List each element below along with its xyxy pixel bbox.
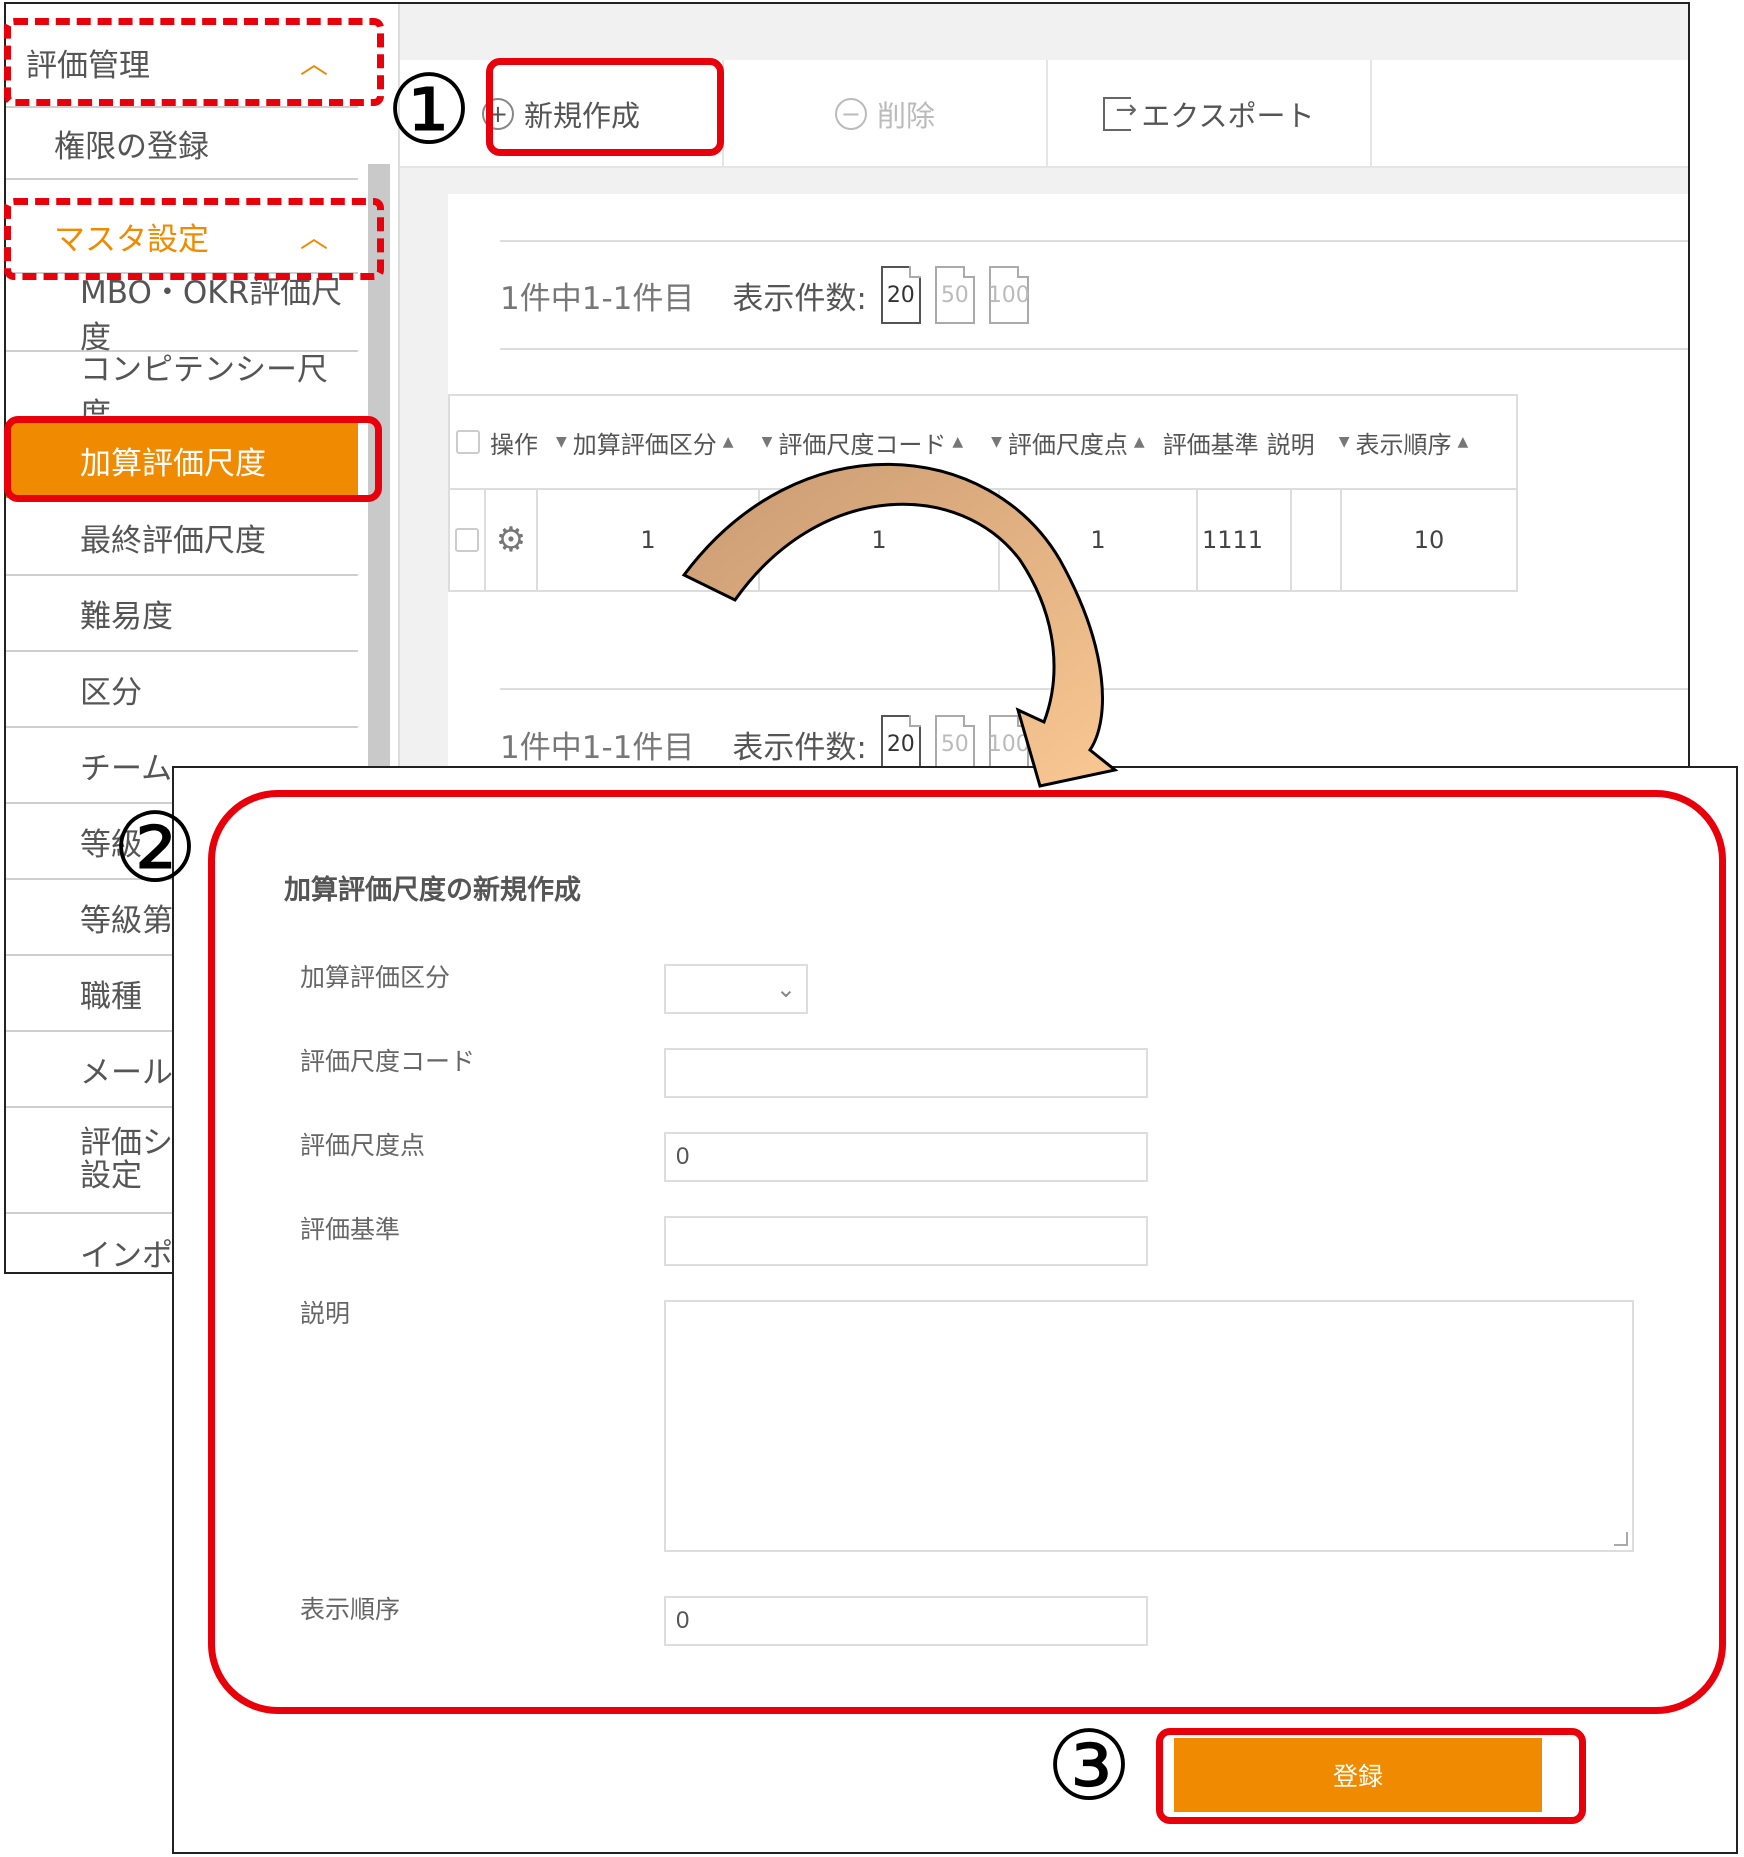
col-category-label: 加算評価区分 (572, 430, 717, 459)
grid-header: 操作 ▼ 加算評価区分 ▲ ▼ 評価尺度コード ▲ ▼ 評価尺度点 ▲ 評価基準 説明 ▼ 表… (450, 396, 1516, 490)
sort-asc-icon[interactable]: ▲ (1134, 434, 1145, 450)
page-size-20[interactable]: 20 (880, 266, 921, 324)
data-grid: 操作 ▼ 加算評価区分 ▲ ▼ 評価尺度コード ▲ ▼ 評価尺度点 ▲ 評価基準 説明 ▼ 表… (448, 394, 1518, 592)
cell-description (1292, 490, 1342, 590)
table-row[interactable]: ⚙ 1 1 1 1111 10 (450, 490, 1516, 590)
cell-order: 10 (1413, 526, 1445, 554)
highlight-register-button (1156, 1728, 1586, 1824)
row-checkbox-cell (450, 490, 486, 590)
col-actions: 操作 (490, 425, 538, 460)
col-category[interactable]: ▼ 加算評価区分 ▲ (556, 425, 734, 460)
highlight-master-category (4, 198, 384, 280)
minus-circle-icon: − (834, 98, 867, 130)
sidebar-item-label: 区分 (80, 674, 142, 711)
sidebar-item-label: チーム (80, 750, 173, 787)
sort-desc-icon[interactable]: ▼ (1339, 434, 1350, 450)
col-description[interactable]: 説明 (1267, 425, 1315, 460)
highlight-evaluation-category (4, 18, 384, 106)
sidebar-item-final-scale[interactable]: 最終評価尺度 (6, 500, 358, 576)
delete-button-label: 削除 (876, 99, 935, 133)
col-order[interactable]: ▼ 表示順序 ▲ (1339, 425, 1469, 460)
step-2-marker: ② (112, 792, 199, 904)
cell-criteria: 1111 (1198, 490, 1292, 590)
pager-top: 1件中1-1件目 表示件数: 20 50 100 (500, 240, 1688, 350)
sort-desc-icon[interactable]: ▼ (991, 434, 1002, 450)
export-icon (1103, 95, 1137, 131)
sort-asc-icon[interactable]: ▲ (1457, 434, 1468, 450)
delete-button[interactable]: − 削除 (724, 60, 1048, 168)
col-order-label: 表示順序 (1355, 430, 1452, 459)
page-size-100[interactable]: 100 (988, 266, 1030, 324)
export-button[interactable]: エクスポート (1048, 60, 1372, 168)
step-3-marker: ③ (1046, 1710, 1133, 1822)
pager-per-page-label: 表示件数: (732, 280, 867, 317)
row-actions-cell: ⚙ (486, 490, 538, 590)
sort-desc-icon[interactable]: ▼ (762, 434, 773, 450)
col-code[interactable]: ▼ 評価尺度コード ▲ (762, 425, 964, 460)
sidebar-item-label: 難易度 (80, 598, 173, 635)
page-size-50[interactable]: 50 (934, 715, 975, 773)
sidebar-item-difficulty[interactable]: 難易度 (6, 576, 358, 652)
export-button-label: エクスポート (1141, 99, 1315, 133)
row-checkbox[interactable] (455, 528, 479, 552)
page-size-50[interactable]: 50 (934, 266, 975, 324)
cell-category: 1 (538, 490, 760, 590)
cell-code: 1 (760, 490, 1000, 590)
sidebar-item-label: 最終評価尺度 (80, 522, 266, 559)
sidebar-item-permissions[interactable]: 権限の登録 (6, 108, 358, 180)
col-description-label: 説明 (1266, 430, 1315, 459)
pager-count: 1件中1-1件目 (500, 729, 695, 766)
col-points[interactable]: ▼ 評価尺度点 ▲ (991, 425, 1145, 460)
highlight-dialog-form (208, 790, 1726, 1714)
sidebar-item-label: 職種 (80, 978, 142, 1015)
col-code-label: 評価尺度コード (778, 430, 947, 459)
sort-asc-icon[interactable]: ▲ (723, 434, 734, 450)
col-criteria[interactable]: 評価基準 (1163, 425, 1259, 460)
highlight-new-button (486, 58, 724, 156)
highlight-active-item (4, 416, 382, 502)
pager-count: 1件中1-1件目 (500, 280, 695, 317)
sidebar-item-division[interactable]: 区分 (6, 652, 358, 728)
page-size-20[interactable]: 20 (880, 715, 921, 773)
cell-points: 1 (1000, 490, 1198, 590)
sidebar-item-label-line2: 設定 (80, 1158, 142, 1194)
gear-icon[interactable]: ⚙ (496, 520, 526, 560)
sidebar-item-mbo-okr[interactable]: MBO・OKR評価尺度 (6, 274, 358, 356)
step-1-marker: ① (386, 54, 473, 166)
sidebar-item-label: 権限の登録 (54, 128, 209, 165)
sort-desc-icon[interactable]: ▼ (556, 434, 567, 450)
select-all-checkbox[interactable] (456, 430, 480, 454)
col-criteria-label: 評価基準 (1162, 430, 1259, 459)
sort-asc-icon[interactable]: ▲ (952, 434, 963, 450)
col-points-label: 評価尺度点 (1007, 430, 1128, 459)
pager-per-page-label: 表示件数: (732, 729, 867, 766)
col-actions-label: 操作 (490, 430, 538, 459)
page-size-100[interactable]: 100 (988, 715, 1030, 773)
